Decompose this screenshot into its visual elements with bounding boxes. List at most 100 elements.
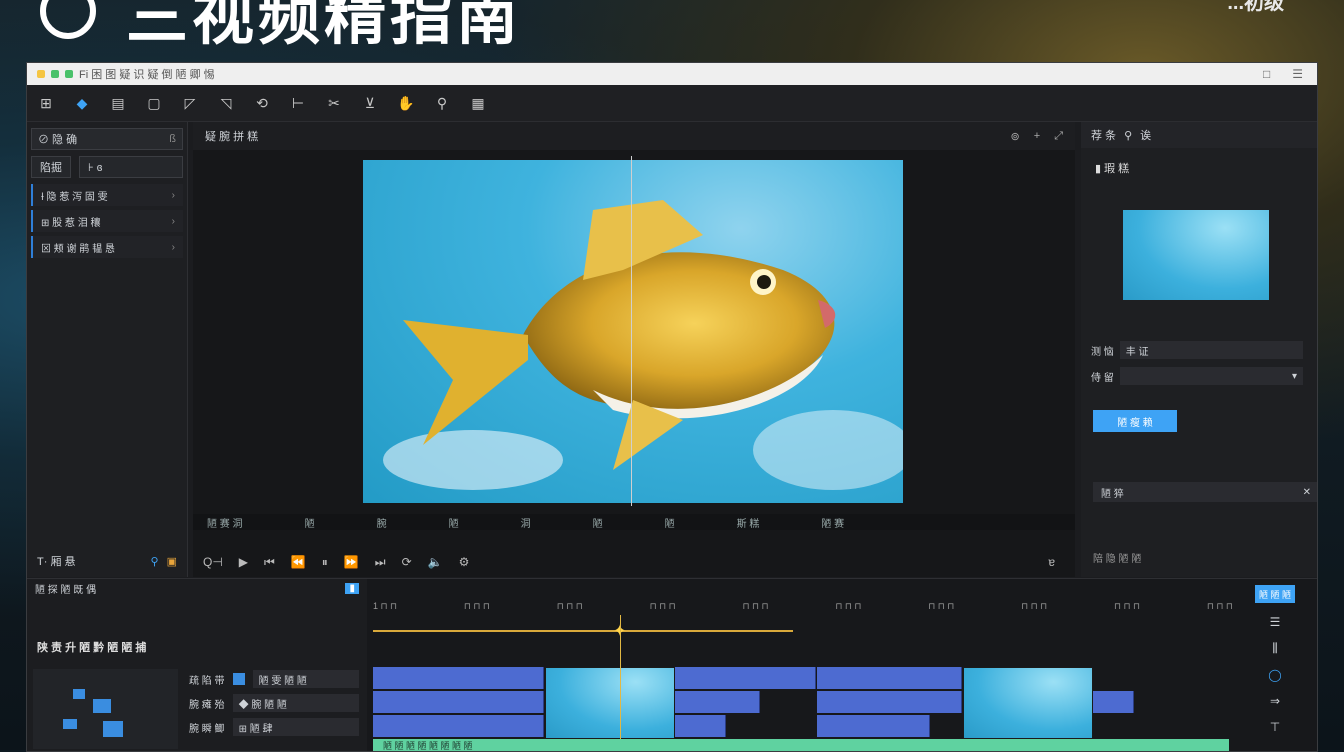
right-panel: 荐 条 ⚲ 诶 ▮ 瑕 糕 测 恼 丰 证 侍 留 ▾ 陋 瘦 赖 陋 猝 ✕ 陪… <box>1081 122 1317 577</box>
left-panel-header[interactable]: ⊘ 隐 确 ß <box>31 128 183 150</box>
hero-header: 三视频精指南 <box>40 0 522 56</box>
prev-icon[interactable]: ⏮ <box>264 555 275 570</box>
track-header[interactable]: 腕 瞬 鲫 ⊞ 陋 肆 <box>189 717 359 737</box>
cut-icon[interactable]: ✂ <box>323 92 345 114</box>
settings-icon[interactable]: ⚙ <box>459 555 470 569</box>
search-icon[interactable]: ⚲ <box>1124 129 1132 142</box>
adjust-icon[interactable]: ⊤ <box>1270 720 1280 734</box>
timeline-header-label: 陋 探 陋 既 偶 <box>35 584 97 596</box>
timeline-clip[interactable] <box>675 691 760 713</box>
chevron-right-icon: › <box>171 189 175 201</box>
timeline-clip[interactable] <box>1093 691 1134 713</box>
hand-icon[interactable]: ✋ <box>395 92 417 114</box>
chevron-down-icon: ▾ <box>1291 370 1297 382</box>
viewer-header: 疑 腕 拼 糕 ⊚ + ⤢ <box>193 122 1075 150</box>
folder-icon[interactable]: ▣ <box>167 555 177 568</box>
plus-icon[interactable]: + <box>1034 130 1040 143</box>
shape-icon[interactable]: ◯ <box>1268 668 1281 682</box>
timeline-clip[interactable] <box>373 715 544 737</box>
grid-icon[interactable]: ⊞ <box>35 92 57 114</box>
timeline-image-clip[interactable] <box>963 667 1093 739</box>
timeline-clip[interactable] <box>675 667 816 689</box>
volume-icon[interactable]: 🔈 <box>428 555 443 569</box>
timeline-title: 陕 责 升 陋 黔 陋 陋 捕 <box>37 642 147 654</box>
editor-window: Fi 困 图 疑 识 疑 倒 陋 卿 惕 □ ☰ ⊞ ◆ ▤ ▢ ◸ ◹ ⟲ ⊢… <box>26 62 1318 752</box>
comment-icon[interactable]: ▢ <box>143 92 165 114</box>
list-icon[interactable]: ☰ <box>1270 615 1281 629</box>
timeline-clip[interactable] <box>817 715 930 737</box>
forward-icon[interactable]: ⏩ <box>344 555 359 569</box>
timeline-marker-icon[interactable]: ▮ <box>345 582 359 594</box>
frame-icon[interactable]: ◸ <box>179 92 201 114</box>
snapshot-icon[interactable]: ⊚ <box>1011 130 1020 143</box>
rewind-icon[interactable]: ⏪ <box>291 555 306 569</box>
window-menu-button[interactable]: ☰ <box>1292 67 1303 81</box>
timeline-ruler[interactable]: 1 ⊓ ⊓ ⊓ ⊓ ⊓ ⊓ ⊓ ⊓ ⊓ ⊓ ⊓ ⊓ ⊓ ⊓ ⊓ ⊓ ⊓ ⊓ ⊓ ⊓ ⊓ ⊓ ⊓… <box>373 601 1233 619</box>
layout-icon[interactable]: ▦ <box>467 92 489 114</box>
left-list-item[interactable]: ⊞ 股 惹 泪 穰 › <box>31 210 183 232</box>
next-icon[interactable]: ⏭ <box>375 555 386 570</box>
window-title: Fi 困 图 疑 识 疑 倒 陋 卿 惕 <box>79 69 215 81</box>
apply-button[interactable]: 陋 瘦 赖 <box>1093 410 1177 432</box>
timeline-clip[interactable] <box>817 691 962 713</box>
timeline-clip[interactable] <box>373 667 544 689</box>
preview-playhead[interactable] <box>631 156 632 506</box>
control-label[interactable]: Q⊣ <box>203 555 223 569</box>
crop-icon[interactable]: ◹ <box>215 92 237 114</box>
timeline-playhead[interactable] <box>620 615 621 751</box>
arrow-icon[interactable]: ⇒ <box>1270 694 1280 708</box>
line-icon[interactable]: ⊢ <box>287 92 309 114</box>
property-label: 测 恼 <box>1091 346 1114 358</box>
right-box[interactable]: 陋 猝 ✕ <box>1093 482 1317 502</box>
left-tab[interactable]: 陷掘 <box>31 156 71 178</box>
zoom-dot-icon[interactable] <box>65 70 73 78</box>
left-list-item[interactable]: ⊠ 颊 谢 鹃 韫 恳 › <box>31 236 183 258</box>
search-icon[interactable]: ⚲ <box>151 555 159 568</box>
right-bottom-label: 陪 隐 陋 陋 <box>1093 554 1142 565</box>
zoom-icon[interactable]: ⚲ <box>431 92 453 114</box>
clip-area[interactable] <box>373 667 1233 739</box>
control-label[interactable]: ɐ <box>1048 555 1075 569</box>
track-label: 腕 瘫 殆 <box>189 699 225 711</box>
left-list-item[interactable]: Ɨ 隐 惹 泻 固 雯 › <box>31 184 183 206</box>
transform-icon[interactable]: ⟲ <box>251 92 273 114</box>
zoom-dot-icon[interactable] <box>51 70 59 78</box>
timeline-clip[interactable] <box>675 715 726 737</box>
viewer-title: 疑 腕 拼 糕 <box>205 131 259 143</box>
loop-icon[interactable]: ⟳ <box>402 555 412 569</box>
track-label: 腕 瞬 鲫 <box>189 723 225 735</box>
split-icon[interactable]: ⫼ <box>1272 641 1278 656</box>
left-header-label: ⊘ 隐 确 <box>38 134 78 146</box>
fullscreen-icon[interactable]: ⤢ <box>1054 130 1063 143</box>
side-tool-pill[interactable]: 陋 陋 陋 <box>1255 585 1295 603</box>
blade-icon[interactable]: ⊻ <box>359 92 381 114</box>
timeline-header-row: 陋 探 陋 既 偶 ▮ <box>27 579 367 597</box>
keyframe-line[interactable] <box>373 630 793 632</box>
timeline-clip[interactable] <box>817 667 962 689</box>
left-tab[interactable]: ⊦ ɞ <box>79 156 183 178</box>
right-panel-search[interactable]: 诶 <box>1140 127 1151 143</box>
left-search-row[interactable]: T· 厢 悬 ⚲ ▣ <box>31 551 183 571</box>
left-panel: ⊘ 隐 确 ß 陷掘 ⊦ ɞ Ɨ 隐 惹 泻 固 雯 › ⊞ 股 惹 泪 穰 › ⊠… <box>27 122 188 577</box>
timeline-clip[interactable] <box>373 691 544 713</box>
media-thumbnail[interactable] <box>1123 210 1269 300</box>
property-label: 侍 留 <box>1091 372 1114 384</box>
window-maximize-button[interactable]: □ <box>1263 67 1270 81</box>
play-icon[interactable]: ▶ <box>239 555 248 569</box>
main-toolbar: ⊞ ◆ ▤ ▢ ◸ ◹ ⟲ ⊢ ✂ ⊻ ✋ ⚲ ▦ ⌖ ▮ ▯ ⊟ ◨ ▶ ⏵ … <box>27 85 1317 577</box>
pause-icon[interactable]: ⏸ <box>322 555 328 570</box>
property-value[interactable]: 丰 证 <box>1119 341 1303 359</box>
timeline-image-clip[interactable] <box>545 667 675 739</box>
preview-canvas[interactable] <box>363 160 903 503</box>
close-icon[interactable]: ✕ <box>1303 487 1311 498</box>
track-label: 疏 陷 带 <box>189 675 225 687</box>
mini-map[interactable] <box>33 669 178 749</box>
track-header[interactable]: 腕 瘫 殆 ◆ 腕 陋 陋 <box>189 693 359 713</box>
audio-track[interactable]: 陋 陋 陋 陋 陋 陋 陋 陋 <box>373 739 1229 751</box>
track-header[interactable]: 疏 陷 带 陋 雯 陋 陋 <box>189 669 359 689</box>
hero-right-text: ...初级 <box>1227 0 1284 14</box>
layers-icon[interactable]: ▤ <box>107 92 129 114</box>
property-dropdown[interactable]: ▾ <box>1119 367 1303 385</box>
minimize-dot-icon[interactable] <box>37 70 45 78</box>
diamond-icon[interactable]: ◆ <box>71 92 93 114</box>
